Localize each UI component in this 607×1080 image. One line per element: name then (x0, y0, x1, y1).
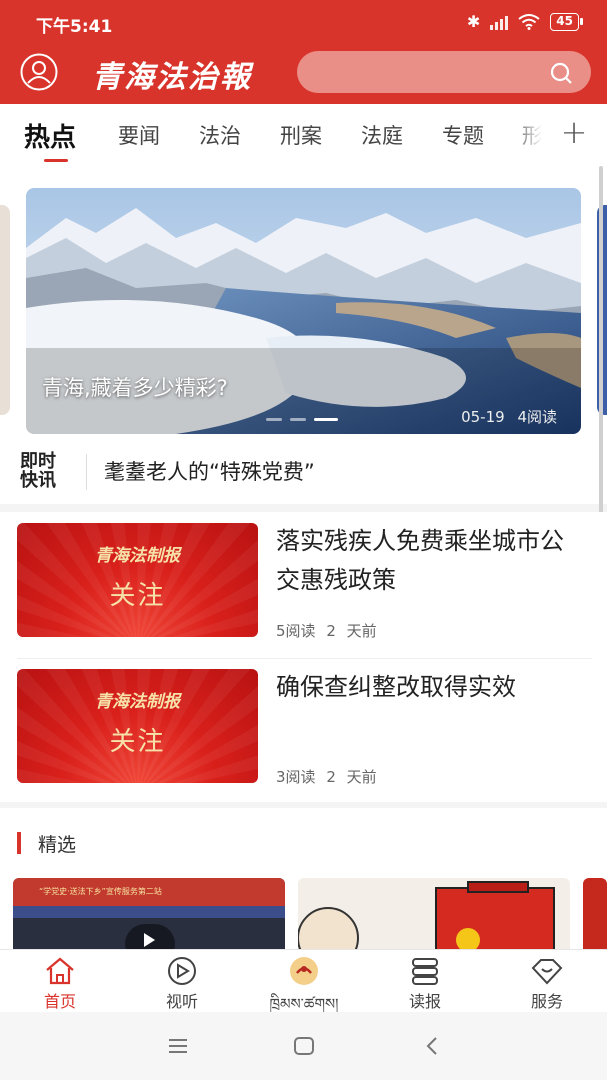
bottom-navigation: 首页 视听 ཁྲིམས་ཚགས། 读报 服务 (0, 949, 607, 1013)
nav-tibetan[interactable]: ཁྲིམས་ཚགས། (254, 950, 354, 1013)
tab-hot[interactable]: 热点 (24, 117, 76, 154)
system-navigation-bar (0, 1012, 607, 1080)
home-square-icon[interactable] (292, 1034, 316, 1058)
section-marker (17, 832, 21, 854)
flash-divider (86, 454, 87, 490)
carousel-dot-active[interactable] (314, 418, 338, 421)
news-title[interactable]: 确保查纠整改取得实效 (276, 668, 586, 707)
carousel-dot[interactable] (266, 418, 282, 421)
carousel-prev-card[interactable] (0, 205, 10, 415)
thumbnail-brand: 青海法制报 (95, 692, 180, 712)
news-meta: 5阅读 2 天前 (276, 620, 377, 641)
banner-meta: 05-19 4阅读 (461, 406, 557, 427)
app-screen: 下午5:41 ✱ 45 青海法治報 热点 要闻 法治 刑案 法庭 专题 + 青海… (0, 0, 607, 1080)
battery-indicator: 45 (550, 12, 583, 31)
active-tab-indicator (44, 159, 68, 162)
bluetooth-icon: ✱ (466, 12, 481, 31)
featured-section: 精选 “学党史·送法下乡”宣传服务第二站 (0, 808, 607, 950)
video-caption: “学党史·送法下乡”宣传服务第二站 (39, 887, 162, 896)
section-title: 精选 (38, 834, 77, 856)
status-bar: 下午5:41 ✱ 45 (0, 0, 607, 48)
menu-icon[interactable] (166, 1034, 190, 1058)
app-logo: 青海法治報 (92, 60, 252, 95)
status-time: 下午5:41 (36, 17, 113, 37)
emblem-icon (290, 957, 318, 985)
home-icon (46, 957, 74, 985)
carousel-dots (266, 418, 338, 421)
tab-criminal[interactable]: 刑案 (280, 120, 322, 150)
tab-court[interactable]: 法庭 (361, 120, 403, 150)
featured-next-thumbnail[interactable] (583, 878, 607, 950)
back-icon[interactable] (420, 1034, 444, 1058)
status-icons: ✱ 45 (466, 12, 583, 31)
news-time: 2 天前 (326, 622, 377, 640)
nav-video[interactable]: 视听 (132, 950, 232, 1013)
search-icon[interactable] (549, 61, 573, 85)
category-tabs: 热点 要闻 法治 刑案 法庭 专题 形 + (0, 104, 607, 166)
tab-law[interactable]: 法治 (199, 120, 241, 150)
play-icon (144, 933, 155, 947)
banner-reads: 4阅读 (517, 408, 557, 426)
news-title[interactable]: 落实残疾人免费乘坐城市公交惠残政策 (276, 522, 586, 600)
newspaper-icon (412, 958, 438, 985)
tab-headlines[interactable]: 要闻 (118, 120, 160, 150)
cartoon-illustration (298, 881, 555, 950)
nav-label: 视听 (165, 992, 198, 1011)
banner-date: 05-19 (461, 408, 505, 426)
wifi-icon (518, 13, 540, 30)
tab-topics[interactable]: 专题 (442, 120, 484, 150)
tab-fade (510, 104, 556, 166)
play-icon (168, 957, 196, 985)
thumbnail-brand: 青海法制报 (95, 546, 180, 566)
add-tab-button[interactable]: + (556, 112, 592, 152)
news-meta: 3阅读 2 天前 (276, 766, 377, 787)
search-input[interactable] (313, 51, 533, 93)
nav-newspaper[interactable]: 读报 (375, 950, 475, 1013)
news-list: 青海法制报 关注 落实残疾人免费乘坐城市公交惠残政策 5阅读 2 天前 青海法制… (0, 512, 607, 802)
flash-text[interactable]: 耄耋老人的“特殊党费” (104, 456, 315, 486)
list-item[interactable]: 青海法制报 关注 落实残疾人免费乘坐城市公交惠残政策 5阅读 2 天前 (0, 512, 607, 659)
flash-badge-line1: 即时 (20, 451, 56, 472)
nav-label: 服务 (530, 992, 563, 1011)
signal-icon (490, 14, 509, 30)
news-reads: 5阅读 (276, 622, 316, 640)
user-avatar-icon[interactable] (20, 53, 58, 91)
nav-service[interactable]: 服务 (497, 950, 597, 1013)
news-thumbnail: 青海法制报 关注 (17, 523, 258, 637)
nav-label: 读报 (408, 992, 441, 1011)
carousel-banner[interactable]: 青海,藏着多少精彩? 05-19 4阅读 (26, 188, 581, 434)
service-icon (531, 959, 563, 985)
news-thumbnail: 青海法制报 关注 (17, 669, 258, 783)
featured-image-thumbnail[interactable] (298, 878, 570, 950)
flash-news[interactable]: 即时 快讯 耄耋老人的“特殊党费” (0, 440, 607, 504)
flash-badge: 即时 快讯 (20, 452, 66, 490)
nav-label: 首页 (43, 992, 76, 1011)
banner-title: 青海,藏着多少精彩? (42, 376, 228, 400)
list-item[interactable]: 青海法制报 关注 确保查纠整改取得实效 3阅读 2 天前 (0, 658, 607, 804)
news-reads: 3阅读 (276, 768, 316, 786)
flash-badge-line2: 快讯 (20, 470, 56, 491)
thumbnail-focus-text: 关注 (109, 727, 166, 757)
news-time: 2 天前 (326, 768, 377, 786)
search-bar[interactable] (297, 51, 591, 93)
featured-video-thumbnail[interactable]: “学党史·送法下乡”宣传服务第二站 (13, 878, 285, 950)
nav-home[interactable]: 首页 (10, 950, 110, 1013)
thumbnail-focus-text: 关注 (109, 581, 166, 611)
carousel-dot[interactable] (290, 418, 306, 421)
scrollbar[interactable] (599, 166, 603, 528)
